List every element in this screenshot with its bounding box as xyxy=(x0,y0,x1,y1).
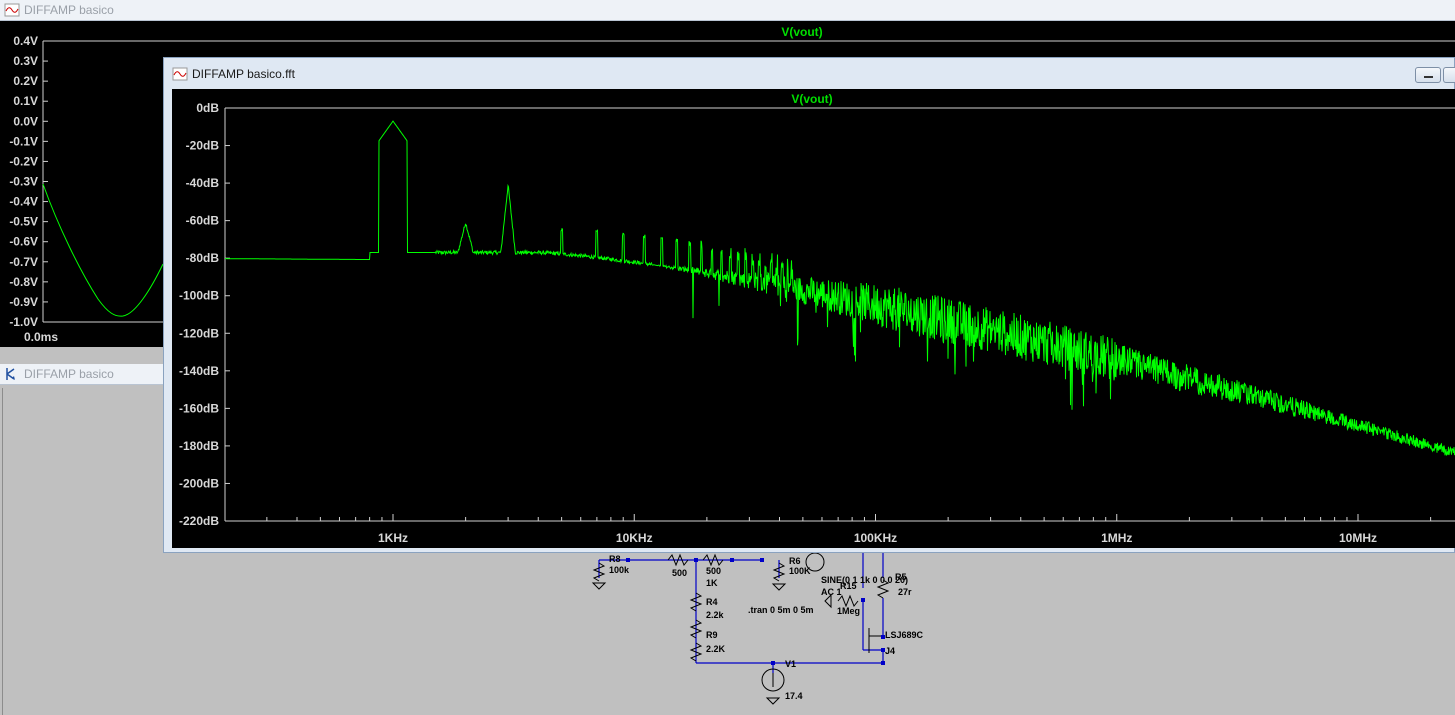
label-ac: AC 1 xyxy=(821,587,842,597)
transient-y-tick-label: -1.0V xyxy=(9,315,38,329)
fft-y-tick-label: -160dB xyxy=(179,401,219,415)
label-jfet-model: LSJ689C xyxy=(885,630,924,640)
fft-y-tick-label: -140dB xyxy=(179,364,219,378)
transient-trace-label[interactable]: V(vout) xyxy=(781,25,822,39)
schematic-labels: R8 100k 500 500 1K R4 2.2k R9 2.2K R6 10… xyxy=(609,554,924,701)
fft-y-tick-label: -20dB xyxy=(186,139,220,153)
label-r6-value: 100K xyxy=(789,566,811,576)
fft-trace-label[interactable]: V(vout) xyxy=(791,92,832,106)
fft-y-tick-label: -220dB xyxy=(179,514,219,528)
label-r9-value: 2.2K xyxy=(706,644,726,654)
fft-x-tick-label: 1KHz xyxy=(378,531,408,545)
schematic-app-icon xyxy=(6,368,15,380)
schematic-window-title: DIFFAMP basico xyxy=(24,367,114,381)
label-r500b: 500 xyxy=(706,566,721,576)
main-window-titlebar[interactable]: DIFFAMP basico xyxy=(0,0,1455,21)
transient-y-tick-label: -0.5V xyxy=(9,215,38,229)
transient-trace xyxy=(42,183,164,317)
label-v1-value: 17.4 xyxy=(785,691,803,701)
fft-y-tick-label: -180dB xyxy=(179,439,219,453)
fft-x-axis: 1KHz 10KHz 100KHz 1MHz 10MHz xyxy=(266,514,1432,545)
fft-window-titlebar[interactable]: DIFFAMP basico.fft xyxy=(164,58,1454,90)
label-r9: R9 xyxy=(706,630,718,640)
fft-y-tick-label: -100dB xyxy=(179,289,219,303)
transient-y-tick-label: -0.4V xyxy=(9,195,38,209)
fft-plot-pane[interactable]: V(vout) 0dB -20dB -40dB -60dB -80dB -100dB -12… xyxy=(172,89,1455,548)
label-r15: R15 xyxy=(840,581,857,591)
label-r500a: 500 xyxy=(672,568,687,578)
label-r5: R5 xyxy=(895,572,907,582)
fft-y-tick-label: -80dB xyxy=(186,251,220,265)
minimize-button[interactable] xyxy=(1415,67,1441,83)
schematic-window-titlebar[interactable]: DIFFAMP basico xyxy=(0,364,165,385)
fft-y-tick-label: -40dB xyxy=(186,176,220,190)
label-r4: R4 xyxy=(706,597,718,607)
fft-trace xyxy=(225,120,1455,456)
transient-y-tick-label: -0.8V xyxy=(9,275,38,289)
label-r6: R6 xyxy=(789,556,801,566)
label-r8-value: 100k xyxy=(609,565,630,575)
waveform-app-icon xyxy=(172,67,188,81)
fft-plot-svg: V(vout) 0dB -20dB -40dB -60dB -80dB -100dB -12… xyxy=(179,92,1455,545)
label-r4-value: 2.2k xyxy=(706,610,725,620)
waveform-app-icon xyxy=(4,3,20,17)
fft-y-tick-label: -60dB xyxy=(186,214,220,228)
transient-y-tick-label: 0.1V xyxy=(13,94,38,108)
transient-y-tick-label: -0.3V xyxy=(9,175,38,189)
fft-x-tick-label: 10KHz xyxy=(616,531,653,545)
fft-y-tick-label: 0dB xyxy=(196,101,219,115)
transient-y-axis: 0.4V 0.3V 0.2V 0.1V 0.0V -0.1V -0.2V -0.3V -0.4V… xyxy=(9,34,48,329)
fft-window-title: DIFFAMP basico.fft xyxy=(192,67,295,81)
transient-x-tick: 0.0ms xyxy=(24,330,58,344)
label-r1k: 1K xyxy=(706,578,718,588)
label-r8: R8 xyxy=(609,554,621,564)
fft-x-tick-label: 10MHz xyxy=(1339,531,1377,545)
label-r15-value: 1Meg xyxy=(837,606,860,616)
fft-window[interactable]: DIFFAMP basico.fft V(vout) 0dB -20dB -40dB… xyxy=(163,57,1455,553)
label-r5-value: 27r xyxy=(898,587,912,597)
fft-y-axis: 0dB -20dB -40dB -60dB -80dB -100dB -120dB -140d… xyxy=(179,101,230,528)
label-tran-directive: .tran 0 5m 0 5m xyxy=(748,605,814,615)
fft-x-tick-label: 100KHz xyxy=(854,531,897,545)
transient-y-tick-label: 0.2V xyxy=(13,74,38,88)
main-window-title: DIFFAMP basico xyxy=(24,3,114,17)
transient-y-tick-label: 0.0V xyxy=(13,114,38,128)
fft-x-tick-label: 1MHz xyxy=(1101,531,1132,545)
transient-y-tick-label: -0.7V xyxy=(9,255,38,269)
fft-y-tick-label: -200dB xyxy=(179,476,219,490)
maximize-button[interactable] xyxy=(1443,67,1455,83)
transient-y-tick-label: -0.1V xyxy=(9,134,38,148)
transient-y-tick-label: 0.4V xyxy=(13,34,38,48)
transient-y-tick-label: 0.3V xyxy=(13,54,38,68)
fft-y-tick-label: -120dB xyxy=(179,326,219,340)
transient-y-tick-label: -0.6V xyxy=(9,235,38,249)
label-v1: V1 xyxy=(785,659,796,669)
transient-y-tick-label: -0.2V xyxy=(9,154,38,168)
label-j4: J4 xyxy=(885,646,895,656)
transient-y-tick-label: -0.9V xyxy=(9,295,38,309)
